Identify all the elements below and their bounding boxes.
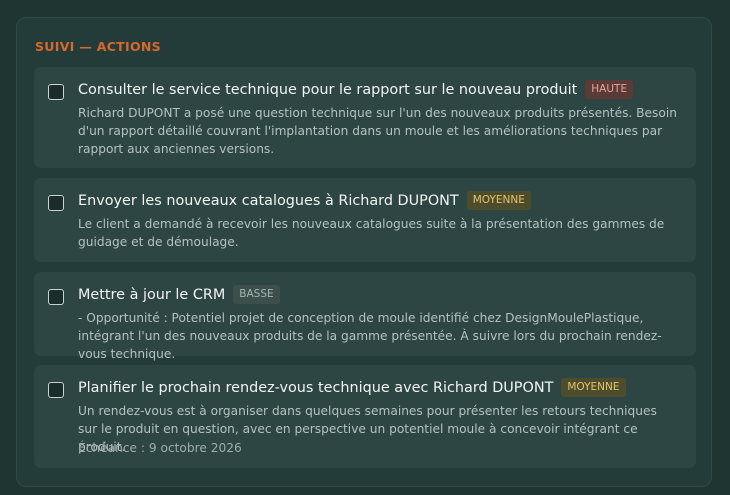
action-description: Richard DUPONT a posé une question techn… [78,106,677,156]
priority-badge: MOYENNE [561,378,626,397]
section-title: SUIVI — ACTIONS [35,39,161,54]
actions-panel: SUIVI — ACTIONS Consulter le service tec… [16,17,712,487]
action-title: Mettre à jour le CRM [78,286,226,303]
action-card: Planifier le prochain rendez-vous techni… [34,365,696,468]
action-title-row: Planifier le prochain rendez-vous techni… [78,378,626,397]
action-card: Consulter le service technique pour le r… [34,67,696,168]
action-title: Envoyer les nouveaux catalogues à Richar… [78,192,459,209]
action-checkbox[interactable] [48,289,64,305]
action-title: Planifier le prochain rendez-vous techni… [78,379,554,396]
action-title-row: Envoyer les nouveaux catalogues à Richar… [78,191,531,210]
action-title-row: Mettre à jour le CRM BASSE [78,285,280,304]
action-checkbox[interactable] [48,195,64,211]
action-description: Le client a demandé à recevoir les nouve… [78,217,665,249]
action-card: Envoyer les nouveaux catalogues à Richar… [34,178,696,262]
action-checkbox[interactable] [48,84,64,100]
priority-badge: HAUTE [585,80,634,99]
action-checkbox[interactable] [48,382,64,398]
priority-badge: MOYENNE [466,191,531,210]
action-card: Mettre à jour le CRM BASSE - Opportunité… [34,272,696,361]
priority-badge: BASSE [233,285,280,304]
due-date: Échéance : 9 octobre 2026 [78,441,242,455]
action-description: - Opportunité : Potentiel projet de conc… [78,311,662,361]
action-title-row: Consulter le service technique pour le r… [78,80,634,99]
action-title: Consulter le service technique pour le r… [78,81,578,98]
